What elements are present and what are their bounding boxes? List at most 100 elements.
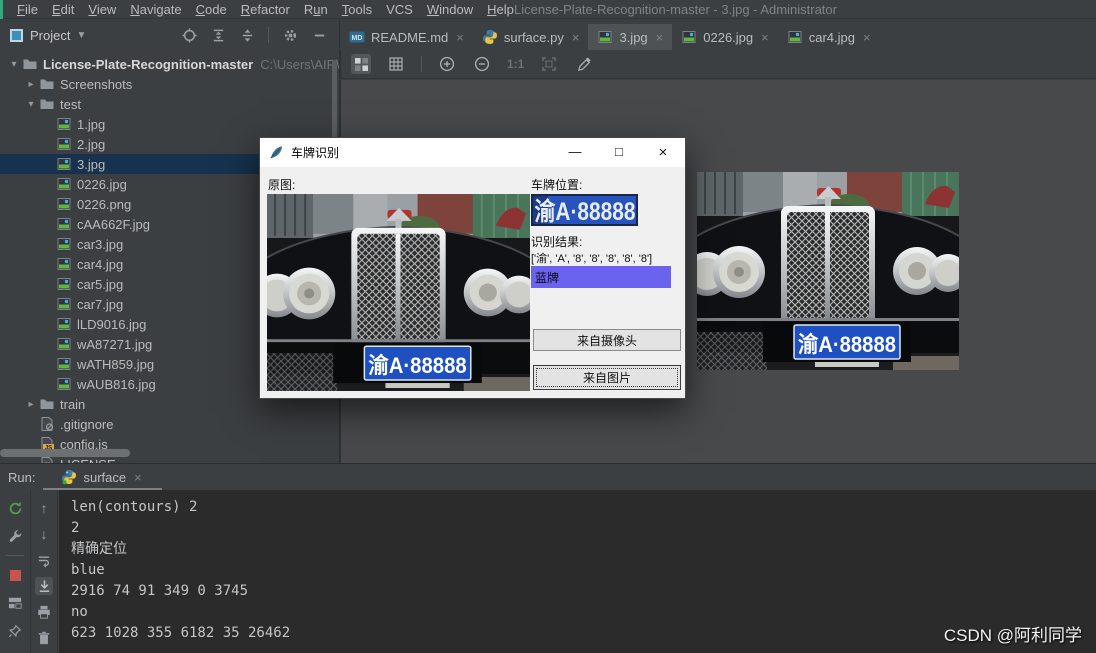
minimize-icon[interactable]: — [553,144,597,161]
image-file-icon [681,29,697,45]
run-tab-label: surface [83,470,126,485]
run-toolbar-left [0,490,30,653]
restore-layout-icon[interactable] [6,594,24,612]
tree-item-path: C:\Users\AIR\D [260,57,339,72]
close-icon[interactable]: × [863,30,871,45]
folder-icon [39,396,55,412]
tab-0226.jpg[interactable]: 0226.jpg × [672,24,777,50]
toolbar-separator [6,555,24,556]
menu-item-refactor[interactable]: Refactor [234,2,297,17]
chevron-closed-icon[interactable]: ▸ [23,79,39,90]
zoom-in-icon[interactable] [437,54,457,74]
actual-size-icon[interactable]: 1:1 [507,57,524,71]
tk-feather-icon [269,145,284,160]
close-icon[interactable]: × [456,30,464,45]
image-icon [56,356,72,372]
console-line: len(contours) 2 [71,497,1096,518]
tree-item-label: 1.jpg [77,117,105,132]
close-icon[interactable]: × [572,30,580,45]
grid-lines-icon[interactable] [386,54,406,74]
tree-item-label: cAA662F.jpg [77,217,150,232]
menu-item-run[interactable]: Run [297,2,335,17]
locate-file-icon[interactable] [181,27,197,43]
rerun-icon[interactable] [6,499,24,517]
tree-item-screenshots[interactable]: ▸Screenshots [0,74,339,94]
settings-wrench-icon[interactable] [6,527,24,545]
tree-item-label: License-Plate-Recognition-master [43,57,253,72]
hide-panel-icon[interactable] [311,27,327,43]
stop-icon[interactable] [6,566,24,584]
dialog-titlebar[interactable]: 车牌识别 — □ × [260,138,685,167]
project-tool-icon [10,29,23,42]
tab-label: surface.py [504,30,564,45]
close-icon[interactable]: × [761,30,769,45]
dialog-title: 车牌识别 [291,144,339,161]
tree-item-label: wATH859.jpg [77,357,154,372]
image-viewer-toolbar: 1:1 [340,50,1096,79]
transparency-chessboard-icon[interactable] [351,54,371,74]
tree-item-1.jpg[interactable]: 1.jpg [0,114,339,134]
close-icon[interactable]: × [656,30,664,45]
tree-item-label: .gitignore [60,417,113,432]
tab-label: 0226.jpg [703,30,753,45]
console-output[interactable]: len(contours) 22精确定位blue2916 74 91 349 0… [59,490,1096,653]
tree-item-license-plate-recognition-master[interactable]: ▾ License-Plate-Recognition-master C:\User… [0,54,339,74]
print-icon[interactable] [35,603,53,621]
maximize-icon[interactable]: □ [597,144,641,161]
image-icon [56,136,72,152]
menu-item-vcs[interactable]: VCS [379,2,420,17]
close-icon[interactable]: × [641,144,685,161]
soft-wrap-icon[interactable] [35,551,53,569]
settings-gear-icon[interactable] [282,27,298,43]
tab-readme.md[interactable]: MDREADME.md× [340,24,473,50]
project-panel-title[interactable]: Project [30,28,70,43]
console-line: 精确定位 [71,539,1096,560]
folder-icon [39,76,55,92]
image-icon [56,316,72,332]
tree-item-.gitignore[interactable]: .gitignore [0,414,339,434]
chevron-closed-icon[interactable]: ▸ [23,399,39,410]
image-icon [56,116,72,132]
image-icon [56,376,72,392]
down-stack-trace-icon[interactable]: ↓ [35,525,53,543]
plate-recognition-dialog: 车牌识别 — □ × 原图: 车牌位置: 渝A·88888 识别结果: ['渝'… [259,137,686,399]
menu-item-edit[interactable]: Edit [45,2,81,17]
chevron-open-icon[interactable]: ▾ [23,99,39,110]
image-file-icon [787,29,803,45]
clear-trash-icon[interactable] [35,629,53,647]
chevron-open-icon[interactable]: ▾ [6,59,22,70]
scroll-to-end-icon[interactable] [35,577,53,595]
editor-tab-bar: MDREADME.md×surface.py×3.jpg×0226.jpg×ca… [340,24,1096,50]
up-stack-trace-icon[interactable]: ↑ [35,499,53,517]
chevron-down-icon[interactable]: ▼ [76,30,86,41]
menu-item-file[interactable]: File [10,2,45,17]
from-camera-button[interactable]: 来自摄像头 [533,329,681,351]
pin-icon[interactable] [6,622,24,640]
menu-item-view[interactable]: View [81,2,123,17]
fit-to-window-icon[interactable] [539,54,559,74]
menu-item-tools[interactable]: Tools [335,2,379,17]
image-icon [56,156,72,172]
run-tab-surface[interactable]: surface × [49,464,153,490]
window-title: License-Plate-Recognition-master - 3.jpg… [514,2,837,17]
expand-all-icon[interactable] [210,27,226,43]
close-icon[interactable]: × [134,470,142,485]
tree-item-label: 3.jpg [77,157,105,172]
tab-surface.py[interactable]: surface.py × [473,24,589,50]
from-image-button[interactable]: 来自图片 [533,365,681,390]
zoom-out-icon[interactable] [472,54,492,74]
color-picker-icon[interactable] [574,54,594,74]
watermark: CSDN @阿利同学 [944,621,1082,646]
menu-item-window[interactable]: Window [420,2,480,17]
menu-item-code[interactable]: Code [189,2,234,17]
menu-item-navigate[interactable]: Navigate [123,2,188,17]
folder-icon [22,56,38,72]
collapse-all-icon[interactable] [239,27,255,43]
tab-car4.jpg[interactable]: car4.jpg× [778,24,880,50]
editor-car-image [697,172,959,370]
tab-3.jpg[interactable]: 3.jpg× [588,24,672,50]
tree-item-test[interactable]: ▾test [0,94,339,114]
tree-horizontal-scrollbar[interactable] [0,449,130,457]
image-icon [56,236,72,252]
window-accent-strip [0,0,3,19]
